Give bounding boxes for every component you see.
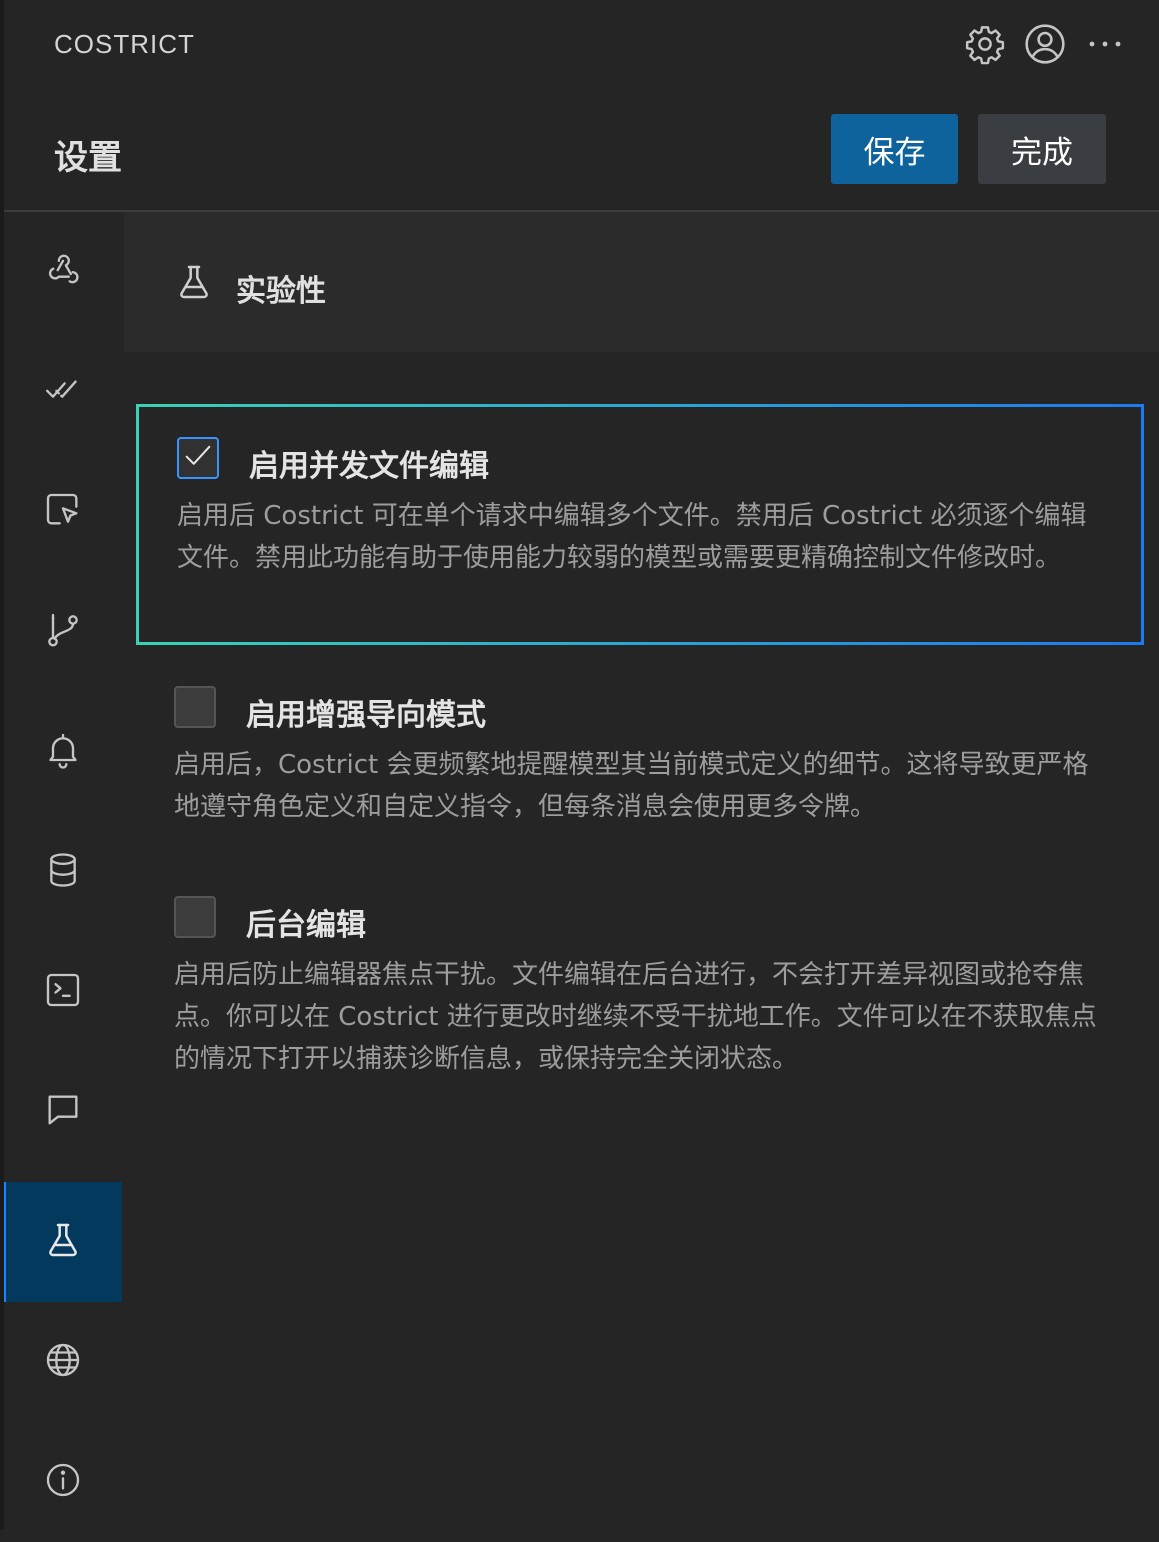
sidebar-item-notifications[interactable] — [4, 692, 122, 812]
done-button[interactable]: 完成 — [978, 114, 1106, 184]
more-actions-button[interactable] — [1079, 18, 1131, 70]
sidebar-item-about[interactable] — [4, 1422, 122, 1542]
title-actions — [959, 18, 1139, 70]
setting-description: 启用后，Costrict 会更频繁地提醒模型其当前模式定义的细节。这将导致更严格… — [174, 744, 1104, 828]
gear-icon — [964, 23, 1006, 65]
sidebar-item-auto-approve[interactable] — [4, 332, 122, 452]
terminal-icon — [43, 970, 83, 1014]
sidebar-item-browser[interactable] — [4, 452, 122, 572]
sidebar-item-terminal[interactable] — [4, 932, 122, 1052]
globe-icon — [43, 1340, 83, 1384]
concurrent-edits-checkbox[interactable] — [177, 437, 219, 479]
sidebar-item-providers[interactable] — [4, 212, 122, 332]
setting-label: 后台编辑 — [246, 900, 366, 944]
setting-power-steering: 启用增强导向模式 启用后，Costrict 会更频繁地提醒模型其当前模式定义的细… — [136, 656, 1144, 846]
section-title: 实验性 — [236, 266, 326, 310]
setting-label: 启用并发文件编辑 — [249, 441, 489, 485]
page-title: 设置 — [54, 130, 122, 179]
background-editing-checkbox[interactable] — [174, 896, 216, 938]
pointer-selection-icon — [43, 490, 83, 534]
sidebar-item-prompts[interactable] — [4, 1052, 122, 1172]
setting-background-editing: 后台编辑 启用后防止编辑器焦点干扰。文件编辑在后台进行，不会打开差异视图或抢夺焦… — [136, 866, 1144, 1096]
save-button[interactable]: 保存 — [831, 114, 958, 184]
git-branch-icon — [43, 610, 83, 654]
settings-sidebar — [4, 212, 122, 1530]
account-button[interactable] — [1019, 18, 1071, 70]
database-icon — [43, 850, 83, 894]
setting-description: 启用后防止编辑器焦点干扰。文件编辑在后台进行，不会打开差异视图或抢夺焦点。你可以… — [174, 954, 1104, 1080]
beaker-icon — [43, 1220, 83, 1264]
setting-description: 启用后 Costrict 可在单个请求中编辑多个文件。禁用后 Costrict … — [177, 495, 1107, 579]
power-steering-checkbox[interactable] — [174, 686, 216, 728]
sidebar-item-experimental[interactable] — [4, 1182, 122, 1302]
info-icon — [43, 1460, 83, 1504]
webhook-icon — [43, 250, 83, 294]
setting-label: 启用增强导向模式 — [246, 690, 486, 734]
ellipsis-icon — [1087, 39, 1123, 49]
check-icon — [181, 439, 215, 477]
bell-icon — [43, 730, 83, 774]
settings-header: 设置 保存 完成 — [4, 90, 1159, 212]
chat-icon — [43, 1090, 83, 1134]
setting-concurrent-file-edits: 启用并发文件编辑 启用后 Costrict 可在单个请求中编辑多个文件。禁用后 … — [136, 404, 1144, 645]
settings-gear-button[interactable] — [959, 18, 1011, 70]
section-header: 实验性 — [124, 212, 1159, 352]
title-bar: COSTRICT — [4, 0, 1159, 90]
account-icon — [1023, 22, 1067, 66]
sidebar-item-checkpoints[interactable] — [4, 572, 122, 692]
app-title: COSTRICT — [54, 29, 195, 60]
sidebar-item-context[interactable] — [4, 812, 122, 932]
check-all-icon — [43, 370, 83, 414]
beaker-icon — [174, 262, 214, 306]
sidebar-item-language[interactable] — [4, 1302, 122, 1422]
